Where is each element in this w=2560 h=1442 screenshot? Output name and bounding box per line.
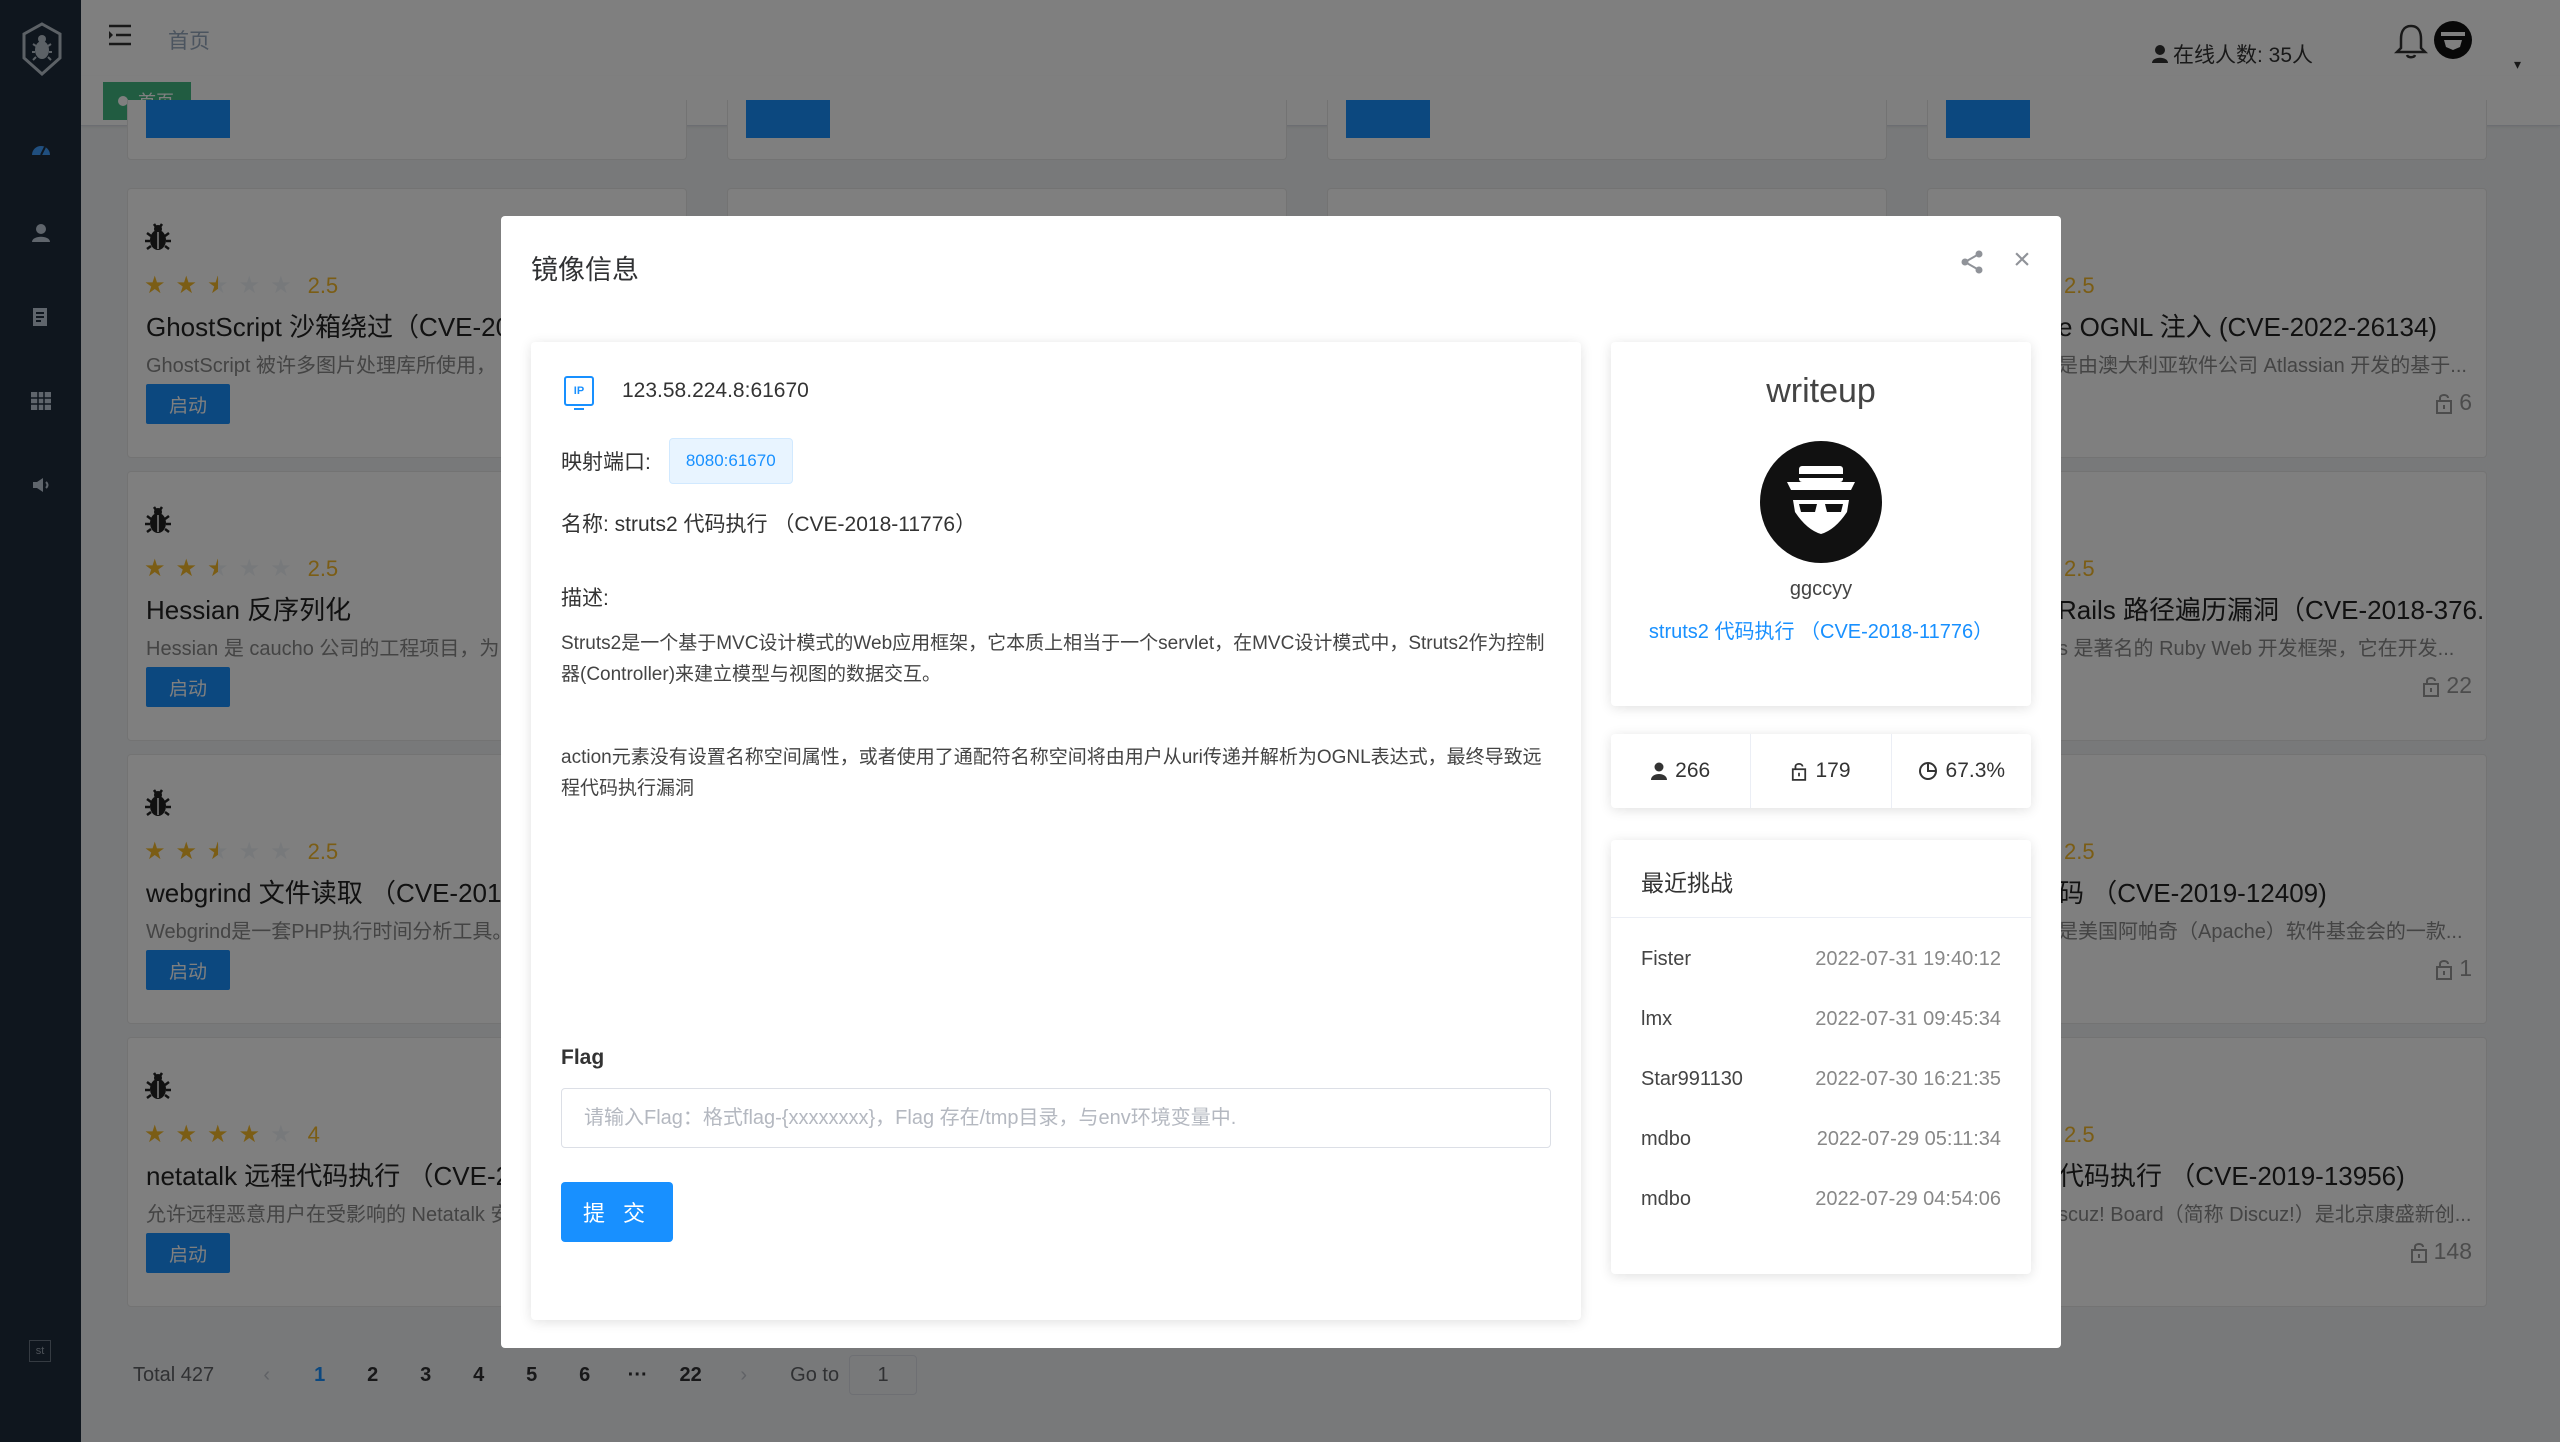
recent-challenges-panel: 最近挑战 Fister 2022-07-31 19:40:12 lmx 2022… [1611,840,2031,1274]
stat-rate-value: 67.3% [1945,759,2006,782]
challenger-name: Fister [1641,948,1691,970]
ip-row: IP 123.58.224.8:61670 [564,376,809,410]
stat-users: 266 [1611,734,1752,808]
pie-chart-icon [1918,762,1937,780]
desc-paragraph-2: action元素没有设置名称空间属性，或者使用了通配符名称空间将由用户从uri传… [561,747,1542,799]
list-item: Fister 2022-07-31 19:40:12 [1611,948,2031,1008]
dialog-title: 镜像信息 [531,255,639,285]
port-tag: 8080:61670 [668,438,793,484]
user-icon [1651,762,1668,780]
port-label: 映射端口: [561,451,651,474]
flag-label: Flag [561,1046,605,1069]
stat-rate: 67.3% [1892,734,2031,808]
challenger-name: mdbo [1641,1188,1692,1210]
list-item: Star991130 2022-07-30 16:21:35 [1611,1068,2031,1128]
recent-title: 最近挑战 [1611,840,2031,918]
desc-paragraph-1: Struts2是一个基于MVC设计模式的Web应用框架，它本质上相当于一个ser… [561,633,1545,685]
list-item: mdbo 2022-07-29 04:54:06 [1611,1188,2031,1248]
challenge-time: 2022-07-31 19:40:12 [1815,948,2001,970]
image-info-dialog: 镜像信息 × IP 123.58.224.8:61670 映射端口: 8080:… [501,216,2061,1348]
image-detail-panel: IP 123.58.224.8:61670 映射端口: 8080:61670 名… [531,342,1581,1320]
ip-address[interactable]: 123.58.224.8:61670 [622,379,809,403]
share-icon[interactable] [1959,249,1985,275]
stat-locks: 179 [1751,734,1892,808]
list-item: lmx 2022-07-31 09:45:34 [1611,1008,2031,1068]
image-name: 名称: struts2 代码执行 （CVE-2018-11776） [561,513,977,536]
challenge-time: 2022-07-29 05:11:34 [1816,1128,2001,1150]
submit-button[interactable]: 提 交 [561,1182,673,1242]
close-icon[interactable]: × [2008,245,2036,275]
challenge-time: 2022-07-31 09:45:34 [1815,1008,2001,1030]
stat-locks-value: 179 [1815,759,1851,782]
avatar[interactable] [1759,440,1883,564]
challenger-name: lmx [1641,1008,1673,1030]
writeup-title: writeup [1766,372,1876,410]
recent-list: Fister 2022-07-31 19:40:12 lmx 2022-07-3… [1611,948,2031,1248]
challenger-name: Star991130 [1641,1068,1743,1090]
list-item: mdbo 2022-07-29 05:11:34 [1611,1128,2031,1188]
writeup-user: ggccyy [1789,578,1853,600]
stats-panel: 266 179 67.3% [1611,734,2031,808]
challenge-time: 2022-07-30 16:21:35 [1815,1068,2001,1090]
stat-users-value: 266 [1675,759,1711,782]
writeup-link[interactable]: struts2 代码执行 （CVE-2018-11776） [1646,620,1996,645]
lock-icon [1792,763,1807,781]
challenge-time: 2022-07-29 04:54:06 [1815,1188,2001,1210]
port-row: 映射端口: 8080:61670 [561,438,793,484]
desc-label: 描述: [561,587,609,610]
flag-input[interactable] [561,1088,1551,1148]
writeup-panel: writeup ggccyy struts2 代码执行 （CVE-2018-11… [1611,342,2031,706]
challenger-name: mdbo [1641,1128,1692,1150]
ip-icon: IP [564,376,594,410]
